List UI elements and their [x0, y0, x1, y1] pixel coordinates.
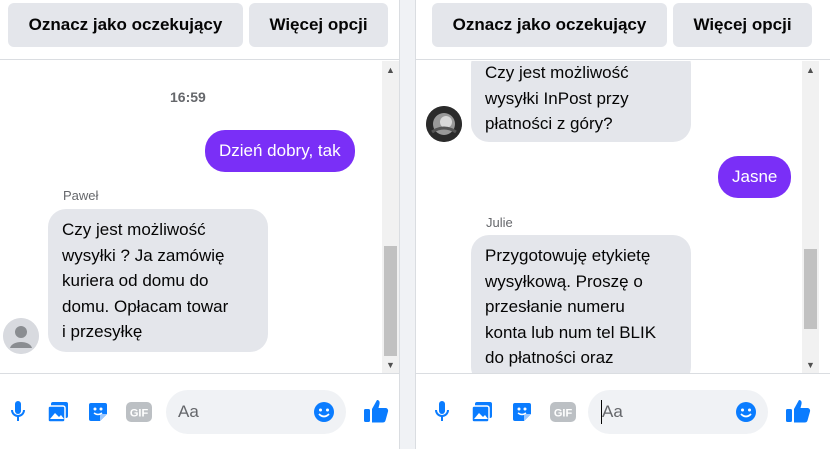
emoji-icon[interactable]: [312, 400, 336, 424]
default-avatar-icon: [3, 318, 39, 354]
scroll-thumb[interactable]: [384, 246, 397, 356]
message-input-box[interactable]: [588, 390, 768, 434]
avatar[interactable]: [3, 318, 39, 354]
more-options-button[interactable]: Więcej opcji: [673, 3, 812, 47]
chat-window-right: Oznacz jako oczekujący Więcej opcji Czy …: [415, 0, 830, 449]
sender-name: Julie: [486, 215, 513, 230]
user-photo-icon: [426, 106, 462, 142]
incoming-message[interactable]: Czy jest możliwość wysyłki InPost przy p…: [471, 61, 691, 142]
message-list: 16:59 Dzień dobry, tak Paweł Czy jest mo…: [0, 61, 382, 373]
svg-text:GIF: GIF: [554, 408, 573, 420]
microphone-icon[interactable]: [6, 400, 30, 424]
scrollbar[interactable]: ▲ ▼: [802, 61, 819, 373]
message-input[interactable]: [178, 390, 298, 434]
scroll-up-arrow[interactable]: ▲: [802, 61, 819, 78]
incoming-message[interactable]: Przygotowuję etykietę wysyłkową. Proszę …: [471, 235, 691, 373]
svg-text:GIF: GIF: [130, 408, 149, 420]
chat-window-left: Oznacz jako oczekujący Więcej opcji 16:5…: [0, 0, 400, 449]
sticker-icon[interactable]: [510, 400, 534, 424]
outgoing-message[interactable]: Dzień dobry, tak: [205, 130, 355, 172]
like-icon[interactable]: [784, 397, 812, 425]
scroll-thumb[interactable]: [804, 249, 817, 329]
incoming-message[interactable]: Czy jest możliwość wysyłki ? Ja zamówię …: [48, 209, 268, 352]
message-input-box[interactable]: [166, 390, 346, 434]
gif-icon[interactable]: GIF: [550, 400, 576, 424]
outgoing-message[interactable]: Jasne: [718, 156, 792, 198]
sender-name: Paweł: [63, 188, 99, 203]
scroll-down-arrow[interactable]: ▼: [382, 356, 399, 373]
chat-header: Oznacz jako oczekujący Więcej opcji: [0, 0, 399, 60]
avatar[interactable]: [426, 106, 462, 142]
message-timestamp: 16:59: [170, 89, 206, 105]
photo-icon[interactable]: [470, 400, 494, 424]
scroll-up-arrow[interactable]: ▲: [382, 61, 399, 78]
message-composer: GIF: [416, 373, 830, 449]
more-options-button[interactable]: Więcej opcji: [249, 3, 388, 47]
scrollbar[interactable]: ▲ ▼: [382, 61, 399, 373]
microphone-icon[interactable]: [430, 400, 454, 424]
message-list: Czy jest możliwość wysyłki InPost przy p…: [416, 61, 799, 373]
mark-pending-button[interactable]: Oznacz jako oczekujący: [8, 3, 243, 47]
gif-icon[interactable]: GIF: [126, 400, 152, 424]
emoji-icon[interactable]: [734, 400, 758, 424]
message-composer: GIF: [0, 373, 399, 449]
like-icon[interactable]: [362, 397, 390, 425]
mark-pending-button[interactable]: Oznacz jako oczekujący: [432, 3, 667, 47]
chat-header: Oznacz jako oczekujący Więcej opcji: [416, 0, 830, 60]
photo-icon[interactable]: [46, 400, 70, 424]
sticker-icon[interactable]: [86, 400, 110, 424]
scroll-down-arrow[interactable]: ▼: [802, 356, 819, 373]
message-input[interactable]: [602, 390, 722, 434]
